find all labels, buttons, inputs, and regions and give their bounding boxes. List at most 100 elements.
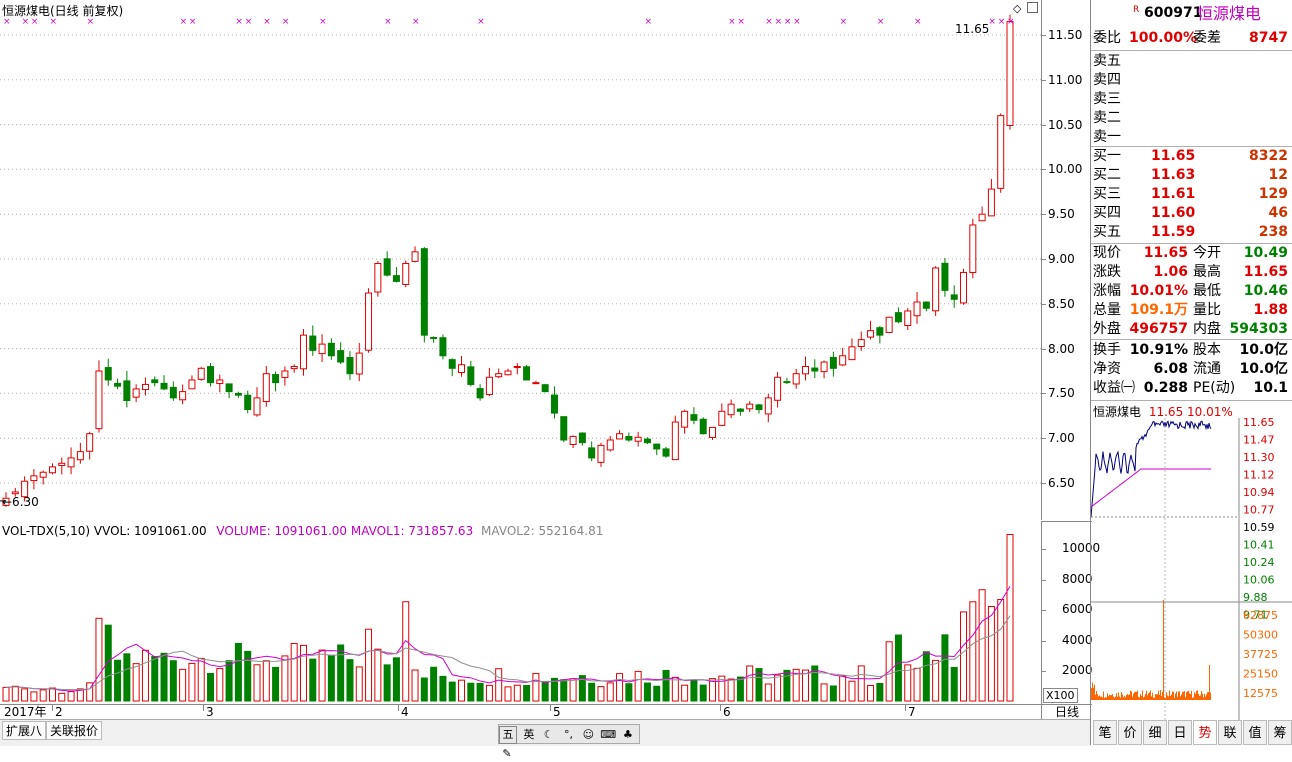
candle-body — [932, 267, 940, 312]
volume-bar — [11, 685, 19, 702]
volume-bar — [606, 682, 614, 702]
moon-icon[interactable]: ☾ — [541, 727, 557, 743]
skin-icon[interactable]: ♣ — [620, 727, 636, 743]
candle-body — [179, 391, 187, 401]
volume-bar — [495, 668, 503, 702]
keyboard-icon[interactable]: ⌨ — [600, 727, 616, 743]
candle-body — [801, 366, 809, 375]
candle-body — [485, 376, 493, 396]
wrench-icon[interactable]: ✎ — [499, 746, 515, 762]
volume-bar — [262, 660, 270, 702]
candle-body — [764, 397, 772, 415]
price-tick — [1042, 348, 1046, 350]
candle-body — [253, 397, 261, 416]
candlestick-chart[interactable]: × × × × × × × × × × × × × × × × × × × × × × × × × × × × — [0, 0, 1090, 520]
candle-body — [197, 367, 205, 380]
volume-bar — [458, 679, 466, 702]
volume-bar — [662, 669, 670, 702]
side-tab[interactable]: 势 — [1193, 720, 1217, 745]
side-tab[interactable]: 笔 — [1093, 720, 1117, 745]
side-tab[interactable]: 细 — [1143, 720, 1167, 745]
candle-body — [374, 262, 382, 293]
date-tick — [52, 705, 53, 711]
settings-diamond-icon[interactable]: ◇ — [1013, 2, 1021, 15]
signal-marker: × — [245, 17, 253, 27]
side-tab[interactable]: 日 — [1168, 720, 1192, 745]
stat-label: 内盘 — [1193, 321, 1221, 337]
candle-body — [448, 359, 456, 369]
candle-body — [987, 188, 995, 217]
bid-volume: 8322 — [1249, 148, 1288, 164]
candle-body — [114, 382, 122, 387]
stat-value: 1.88 — [1253, 302, 1288, 318]
tab-extend-eight[interactable]: 扩展八 — [2, 721, 47, 740]
stat-value: 10.46 — [1243, 283, 1288, 299]
side-tab[interactable]: 值 — [1243, 720, 1267, 745]
candle-body — [169, 386, 177, 399]
maximize-icon[interactable] — [1027, 2, 1038, 13]
side-tab[interactable]: 筹 — [1268, 720, 1292, 745]
price-tick — [1042, 214, 1046, 216]
stat-label: 外盘 — [1093, 321, 1121, 337]
intraday-mini-chart[interactable]: 11.65 11.47 11.30 11.12 10.94 10.77 10.59 10.41… — [1091, 418, 1292, 720]
bid-label: 买二 — [1093, 167, 1121, 183]
candle-body — [11, 491, 19, 495]
period-label[interactable]: 日线 — [1041, 704, 1092, 720]
volume-bar — [941, 634, 949, 702]
candle-body — [969, 224, 977, 273]
volume-bar — [513, 684, 521, 702]
stat-value: 496757 — [1129, 321, 1188, 337]
volume-bar — [560, 679, 568, 702]
side-tab[interactable]: 联 — [1218, 720, 1242, 745]
candle-body — [39, 471, 47, 478]
volume-tick-label: 2000 — [1062, 663, 1093, 678]
fund-value: 0.288 — [1143, 380, 1188, 396]
volume-bar — [188, 662, 196, 702]
volume-chart[interactable] — [0, 521, 1041, 704]
price-tick-label: 9.50 — [1048, 207, 1075, 222]
volume-tick-label: 4000 — [1062, 632, 1093, 647]
stat-row: 外盘 496757 内盘 594303 — [1091, 320, 1292, 339]
volume-bar — [392, 657, 400, 702]
side-tab[interactable]: 价 — [1118, 720, 1142, 745]
candle-body — [234, 392, 242, 396]
volume-bar — [411, 669, 419, 702]
candle-body — [699, 418, 707, 435]
candle-body — [123, 380, 131, 402]
candle-body — [411, 251, 419, 262]
bid-row: 买二 11.63 12 — [1091, 166, 1292, 185]
emoji-icon[interactable]: ☺ — [580, 727, 596, 743]
candle-body — [597, 444, 605, 463]
volume-bar — [476, 682, 484, 702]
punctuation-icon[interactable]: °, — [560, 727, 576, 743]
volume-bar — [616, 673, 624, 702]
mini-price: 11.65 — [1148, 405, 1184, 419]
candle-body — [578, 432, 586, 444]
date-tick-label: 7 — [908, 705, 916, 719]
fund-label: 流通 — [1193, 361, 1221, 377]
volume-bar — [169, 660, 177, 702]
volume-bar — [690, 680, 698, 702]
english-icon[interactable]: 英 — [521, 727, 537, 743]
tab-related-quote[interactable]: 关联报价 — [46, 721, 103, 740]
volume-bar — [253, 664, 261, 702]
volume-bar — [978, 589, 986, 702]
volume-tick — [1042, 579, 1046, 581]
candle-body — [430, 336, 438, 339]
signal-marker: × — [180, 17, 188, 27]
candle-body — [299, 334, 307, 370]
candle-body — [904, 310, 912, 327]
volume-bar — [58, 692, 66, 702]
five-stroke-icon[interactable]: 五 — [499, 726, 517, 744]
date-tick-label: 2017年 — [4, 705, 47, 719]
bid-row: 买四 11.60 46 — [1091, 204, 1292, 223]
fund-value: 10.91% — [1129, 342, 1188, 358]
signal-marker: × — [1007, 17, 1015, 27]
candle-body — [383, 258, 391, 276]
candle-body — [727, 403, 735, 416]
volume-bar — [960, 611, 968, 702]
fund-label: PE(动) — [1193, 380, 1236, 396]
candle-body — [625, 435, 633, 441]
candle-body — [216, 379, 224, 385]
signal-marker: × — [988, 17, 996, 27]
